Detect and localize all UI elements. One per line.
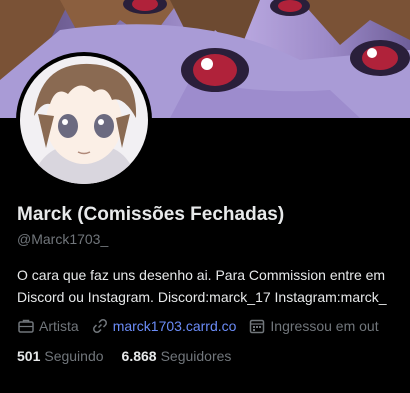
briefcase-icon — [18, 319, 34, 333]
following-label: Seguindo — [44, 348, 104, 364]
category-label: Artista — [39, 318, 79, 334]
joined-label: Ingressou em out — [270, 318, 379, 334]
calendar-icon — [250, 319, 265, 334]
following-link[interactable]: 501 Seguindo — [17, 348, 104, 364]
category-item: Artista — [17, 317, 79, 335]
followers-link[interactable]: 6.868 Seguidores — [122, 348, 232, 364]
followers-count: 6.868 — [121, 348, 157, 364]
avatar-image — [20, 56, 148, 184]
profile-bio: O cara que faz uns desenho ai. Para Comm… — [17, 264, 410, 308]
profile-meta: Artista marck1703.carrd.co Ingressou em … — [17, 317, 410, 335]
following-count: 501 — [17, 348, 41, 364]
website-link[interactable]: marck1703.carrd.co — [113, 318, 237, 334]
profile-avatar[interactable] — [16, 52, 152, 188]
user-handle: @Marck1703_ — [17, 231, 109, 247]
joined-item: Ingressou em out — [248, 317, 379, 335]
followers-label: Seguidores — [160, 348, 232, 364]
bio-line: O cara que faz uns desenho ai. Para Comm… — [17, 267, 386, 283]
display-name: Marck (Comissões Fechadas) — [17, 204, 285, 225]
website-item[interactable]: marck1703.carrd.co — [91, 317, 237, 335]
follow-stats: 501 Seguindo 6.868 Seguidores — [17, 348, 249, 364]
link-icon — [92, 319, 107, 333]
bio-line: Discord ou Instagram. Discord:marck_17 I… — [17, 289, 387, 305]
